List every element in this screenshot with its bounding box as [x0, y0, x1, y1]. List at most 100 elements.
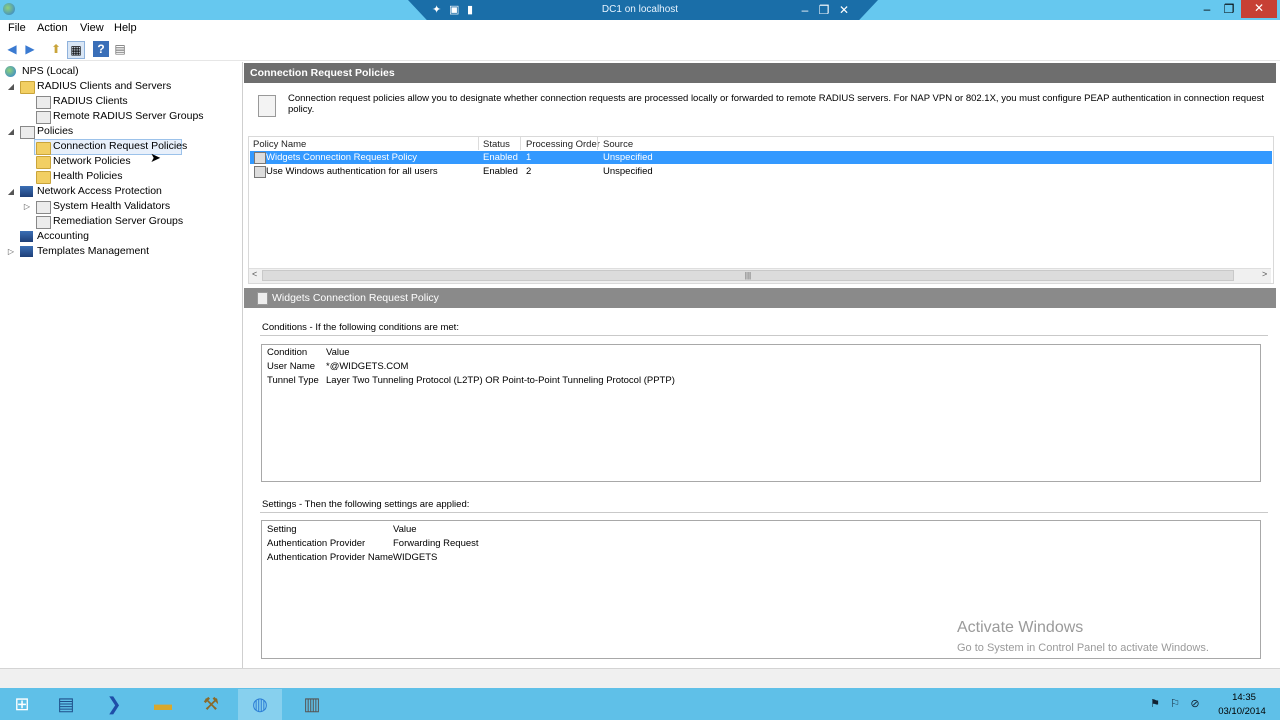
- menu-view[interactable]: View: [80, 22, 104, 34]
- tools-icon[interactable]: ⚒: [189, 689, 233, 720]
- tree-label: Connection Request Policies: [53, 140, 188, 152]
- pin-icon[interactable]: ✦: [432, 3, 441, 17]
- scrollbar-thumb[interactable]: |||: [262, 270, 1234, 281]
- file-explorer-icon[interactable]: ▬: [141, 689, 185, 720]
- tree-label: Accounting: [37, 230, 89, 242]
- toolbar: [0, 38, 1280, 61]
- column-header-condition[interactable]: Condition: [267, 347, 307, 358]
- menu-help[interactable]: Help: [114, 22, 137, 34]
- server-group-icon: [36, 216, 51, 229]
- policy-icon: [257, 292, 268, 305]
- column-header-value[interactable]: Value: [326, 347, 350, 358]
- speaker-muted-icon[interactable]: ⊘: [1188, 697, 1202, 711]
- clock-time[interactable]: 14:35: [1224, 692, 1264, 703]
- remote-session-title: DC1 on localhost: [601, 4, 679, 15]
- up-folder-icon[interactable]: ⬆: [48, 41, 64, 57]
- accounting-icon: [20, 231, 33, 242]
- table-row[interactable]: Widgets Connection Request Policy Enable…: [250, 151, 1272, 164]
- scroll-right-button[interactable]: >: [1262, 269, 1267, 279]
- source-cell: Unspecified: [603, 166, 653, 177]
- action-center-icon[interactable]: ⚐: [1168, 697, 1182, 711]
- column-header-value[interactable]: Value: [393, 524, 417, 535]
- column-header-setting[interactable]: Setting: [267, 524, 297, 535]
- column-header-processing-order[interactable]: Processing Order: [526, 139, 600, 150]
- tree-label: RADIUS Clients and Servers: [37, 80, 172, 92]
- templates-icon: [20, 246, 33, 257]
- tree-label: Network Access Protection: [37, 185, 162, 197]
- column-header-policy-name[interactable]: Policy Name: [253, 139, 306, 150]
- tree-label: System Health Validators: [53, 200, 171, 212]
- setting-cell: Authentication Provider Name: [267, 552, 394, 563]
- value-cell: Layer Two Tunneling Protocol (L2TP) OR P…: [326, 375, 675, 386]
- conditions-title: Conditions - If the following conditions…: [262, 322, 459, 333]
- nps-globe-icon[interactable]: ◍: [238, 689, 282, 720]
- pane-description: Connection request policies allow you to…: [288, 93, 1265, 115]
- status-bar: [0, 668, 1280, 689]
- column-divider[interactable]: [478, 137, 479, 150]
- policies-icon: [20, 126, 35, 139]
- divider: [260, 512, 1268, 513]
- policy-name-cell: Widgets Connection Request Policy: [266, 152, 418, 163]
- server-group-icon: [36, 111, 51, 124]
- properties-icon[interactable]: ▤: [112, 41, 128, 57]
- status-cell: Enabled: [483, 166, 518, 177]
- table-row[interactable]: Use Windows authentication for all users…: [250, 165, 1272, 178]
- settings-title: Settings - Then the following settings a…: [262, 499, 470, 510]
- column-header-source[interactable]: Source: [603, 139, 633, 150]
- help-icon[interactable]: ?: [93, 41, 109, 57]
- clock-date[interactable]: 03/10/2014: [1214, 706, 1270, 717]
- expand-arrow-icon[interactable]: ◢: [6, 124, 16, 139]
- windows-start-icon[interactable]: ⊞: [0, 689, 44, 720]
- app-icon: [3, 3, 15, 15]
- powershell-icon[interactable]: ❯: [92, 689, 136, 720]
- validators-icon: [36, 201, 51, 214]
- minimize-button[interactable]: –: [1196, 1, 1218, 18]
- tree-label: Remediation Server Groups: [53, 215, 184, 227]
- expand-arrow-icon[interactable]: ◢: [6, 184, 16, 199]
- forward-icon[interactable]: ▶: [22, 41, 38, 57]
- maximize-button[interactable]: ❐: [1218, 1, 1240, 18]
- show-hide-tree-icon[interactable]: ▦: [67, 41, 85, 59]
- policy-document-icon: [258, 95, 276, 117]
- column-divider[interactable]: [520, 137, 521, 150]
- conditions-grid: [261, 344, 1261, 482]
- network-flag-icon[interactable]: ⚑: [1148, 697, 1162, 711]
- menu-action[interactable]: Action: [37, 22, 68, 34]
- network-access-protection-icon: [20, 186, 33, 197]
- expand-arrow-icon[interactable]: ◢: [6, 79, 16, 94]
- divider: [260, 335, 1268, 336]
- policy-icon: [254, 166, 266, 178]
- server-manager-icon[interactable]: ▤: [44, 689, 88, 720]
- tree-label: Remote RADIUS Server Groups: [53, 110, 204, 122]
- collapse-arrow-icon[interactable]: ▷: [6, 244, 16, 259]
- setting-cell: Authentication Provider: [267, 538, 366, 549]
- source-cell: Unspecified: [603, 152, 653, 163]
- rdp-minimize-button[interactable]: –: [797, 2, 813, 18]
- signal-strength-icon: ▮: [467, 4, 474, 16]
- tree-label: Network Policies: [53, 155, 131, 167]
- column-header-status[interactable]: Status: [483, 139, 510, 150]
- mouse-cursor-icon: ➤: [150, 150, 161, 165]
- notepad-icon[interactable]: ▥: [290, 689, 334, 720]
- pane-header: Connection Request Policies: [244, 63, 1276, 83]
- tree-label: Health Policies: [53, 170, 123, 182]
- collapse-arrow-icon[interactable]: ▷: [22, 199, 32, 214]
- column-divider[interactable]: [597, 137, 598, 150]
- activate-windows-hint: Go to System in Control Panel to activat…: [957, 642, 1209, 654]
- value-cell: *@WIDGETS.COM: [326, 361, 409, 372]
- menu-bar: [0, 20, 1280, 38]
- tree-label: Templates Management: [37, 245, 150, 257]
- tree-label: RADIUS Clients: [53, 95, 128, 107]
- activate-windows-title: Activate Windows: [957, 619, 1084, 636]
- rdp-close-button[interactable]: ✕: [836, 2, 852, 18]
- rdp-restore-button[interactable]: ❐: [816, 2, 832, 18]
- scroll-left-button[interactable]: <: [252, 269, 257, 279]
- close-button[interactable]: ✕: [1241, 0, 1277, 18]
- menu-file[interactable]: File: [8, 22, 26, 34]
- folder-icon: [20, 81, 35, 94]
- policy-name-cell: Use Windows authentication for all users: [266, 166, 438, 177]
- status-cell: Enabled: [483, 152, 518, 163]
- processing-order-cell: 1: [526, 152, 532, 163]
- clients-list-icon: [36, 96, 51, 109]
- back-icon[interactable]: ◀: [4, 41, 20, 57]
